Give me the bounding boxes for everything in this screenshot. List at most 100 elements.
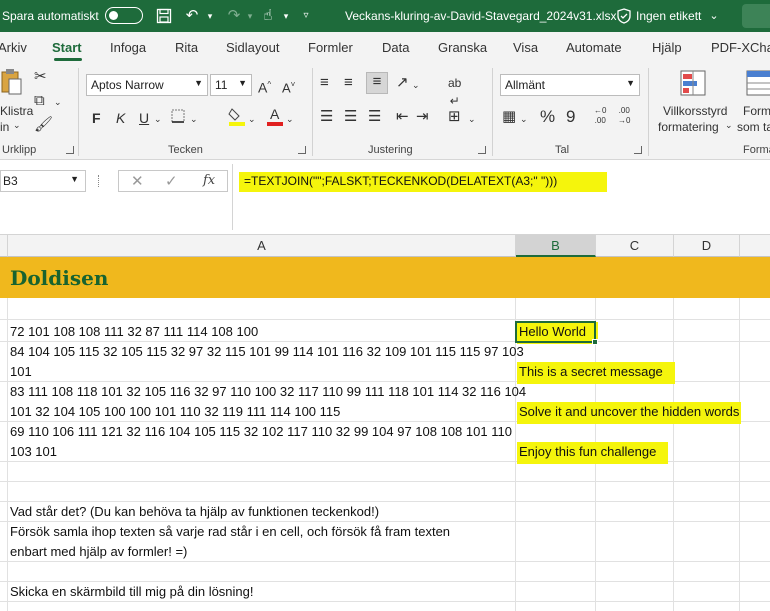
font-color-icon[interactable]: A	[266, 106, 284, 131]
align-bottom-icon[interactable]: ≡	[366, 72, 388, 94]
column-header-e[interactable]	[740, 235, 770, 257]
format-as-table-icon[interactable]	[746, 70, 770, 101]
code-cell-a4-cont: 101	[10, 364, 32, 379]
formula-input[interactable]: =TEXTJOIN("";FALSKT;TECKENKOD(DELATEXT(A…	[232, 164, 770, 230]
italic-button[interactable]: K	[116, 109, 125, 127]
paste-label[interactable]: Klistra	[0, 104, 33, 118]
font-size-value: 11	[215, 78, 228, 92]
conditional-formatting-label-2[interactable]: formatering	[658, 120, 719, 134]
decrease-indent-icon[interactable]: ⇤	[396, 108, 409, 126]
clipboard-dialog-launcher[interactable]	[66, 146, 74, 154]
tab-automate[interactable]: Automate	[566, 40, 622, 55]
increase-font-icon[interactable]: A^	[258, 76, 271, 97]
tab-help[interactable]: Hjälp	[652, 40, 682, 55]
merge-dropdown-icon[interactable]: ⌄	[468, 110, 476, 128]
comma-style-icon[interactable]: 9	[566, 108, 575, 126]
tab-draw[interactable]: Rita	[175, 40, 198, 55]
paste-label-2[interactable]: in	[0, 120, 9, 134]
save-icon[interactable]	[154, 6, 174, 26]
code-cell-a4: 84 104 105 115 32 105 115 32 97 32 115 1…	[10, 344, 524, 359]
enter-icon[interactable]: ✓	[165, 172, 178, 190]
paste-icon[interactable]	[0, 68, 22, 96]
percent-icon[interactable]: %	[540, 108, 555, 126]
decrease-decimal-icon[interactable]: .00 →0	[618, 106, 630, 126]
copy-dropdown-icon[interactable]: ⌄	[54, 93, 62, 111]
font-size-select[interactable]: 11 ▼	[210, 74, 252, 96]
align-top-icon[interactable]: ≡	[320, 74, 329, 92]
group-label-styles: Forma	[743, 144, 770, 156]
gridline	[739, 257, 740, 611]
sensitivity-label[interactable]: Ingen etikett	[636, 9, 701, 23]
undo-icon[interactable]: ↶	[182, 6, 202, 26]
align-left-icon[interactable]: ☰	[320, 108, 333, 126]
column-header-a[interactable]: A	[8, 235, 516, 257]
touch-dropdown-icon[interactable]: ▾	[276, 6, 296, 26]
column-header-c[interactable]: C	[596, 235, 674, 257]
resize-handle[interactable]	[98, 175, 101, 187]
wrap-text-icon[interactable]: ab ↵	[448, 74, 461, 110]
underline-dropdown-icon[interactable]: ⌄	[154, 110, 162, 128]
bold-button[interactable]: F	[92, 109, 101, 127]
customize-toolbar-icon[interactable]: ▿	[296, 6, 316, 26]
answer-cell-b5: Solve it and uncover the hidden words	[517, 402, 742, 424]
cancel-icon[interactable]: ✕	[131, 172, 144, 190]
cut-icon[interactable]: ✂	[34, 68, 47, 86]
font-dialog-launcher[interactable]	[298, 146, 306, 154]
undo-dropdown-icon[interactable]: ▾	[200, 6, 220, 26]
underline-button[interactable]: U	[139, 109, 149, 127]
tab-review[interactable]: Granska	[438, 40, 487, 55]
conditional-dropdown-icon[interactable]: ⌄	[725, 120, 733, 131]
tab-home[interactable]: Start	[52, 40, 82, 55]
borders-icon[interactable]	[170, 108, 186, 129]
name-box[interactable]: B3 ▼	[0, 170, 86, 192]
shield-icon	[614, 6, 634, 26]
orientation-icon[interactable]: ↗	[396, 74, 409, 92]
font-color-dropdown-icon[interactable]: ⌄	[286, 110, 294, 128]
merge-center-icon[interactable]: ⊞	[448, 108, 461, 126]
tab-pdf-xchange[interactable]: PDF-XCha	[711, 40, 770, 55]
alignment-dialog-launcher[interactable]	[478, 146, 486, 154]
tab-insert[interactable]: Infoga	[110, 40, 146, 55]
select-all-corner[interactable]	[0, 235, 8, 257]
decrease-font-icon[interactable]: A˅	[282, 76, 295, 97]
conditional-formatting-icon[interactable]	[680, 70, 706, 101]
sheet-title: Doldisen	[10, 266, 109, 290]
number-format-select[interactable]: Allmänt ▼	[500, 74, 640, 96]
tab-page-layout[interactable]: Sidlayout	[226, 40, 279, 55]
align-center-icon[interactable]: ☰	[344, 108, 357, 126]
tab-data[interactable]: Data	[382, 40, 409, 55]
redo-dropdown-icon[interactable]: ▾	[240, 6, 260, 26]
column-header-d[interactable]: D	[674, 235, 740, 257]
paste-dropdown-icon[interactable]: ⌄	[13, 120, 21, 131]
accounting-format-icon[interactable]: ▦	[502, 108, 516, 126]
tab-view[interactable]: Visa	[513, 40, 538, 55]
increase-decimal-icon[interactable]: ←0.00	[594, 106, 606, 126]
accounting-dropdown-icon[interactable]: ⌄	[520, 110, 528, 128]
number-dialog-launcher[interactable]	[634, 146, 642, 154]
format-as-table-label[interactable]: Form	[743, 104, 770, 118]
font-name-select[interactable]: Aptos Narrow ▼	[86, 74, 208, 96]
format-painter-icon[interactable]: 🖌	[34, 116, 53, 134]
orientation-dropdown-icon[interactable]: ⌄	[412, 76, 420, 94]
insert-function-icon[interactable]: fx	[203, 173, 215, 188]
copy-icon[interactable]: ⧉	[34, 92, 45, 110]
column-header-b[interactable]: B	[516, 235, 596, 257]
conditional-formatting-label[interactable]: Villkorsstyrd	[663, 104, 727, 118]
fill-dropdown-icon[interactable]: ⌄	[248, 110, 256, 128]
worksheet-grid[interactable]: A B C D Doldisen 72 101 108 108 111 32 8…	[0, 235, 770, 611]
chevron-down-icon[interactable]: ⌄	[704, 6, 724, 26]
fill-color-icon[interactable]	[228, 106, 246, 131]
search-box[interactable]	[742, 4, 770, 28]
borders-dropdown-icon[interactable]: ⌄	[190, 110, 198, 128]
format-as-table-label-2[interactable]: som ta	[737, 120, 770, 134]
tab-formulas[interactable]: Formler	[308, 40, 353, 55]
align-middle-icon[interactable]: ≡	[344, 74, 353, 92]
fill-handle[interactable]	[592, 339, 598, 345]
autosave-toggle[interactable]	[105, 7, 143, 24]
touch-mode-icon[interactable]: ☝	[258, 6, 278, 26]
increase-indent-icon[interactable]: ⇥	[416, 108, 429, 126]
align-right-icon[interactable]: ☰	[368, 108, 381, 126]
group-label-clipboard: Urklipp	[2, 144, 37, 156]
tab-file[interactable]: Arkiv	[0, 40, 27, 55]
title-bar: Spara automatiskt ↶ ▾ ↷ ▾ ☝ ▾ ▿ Veckans-…	[0, 0, 770, 32]
